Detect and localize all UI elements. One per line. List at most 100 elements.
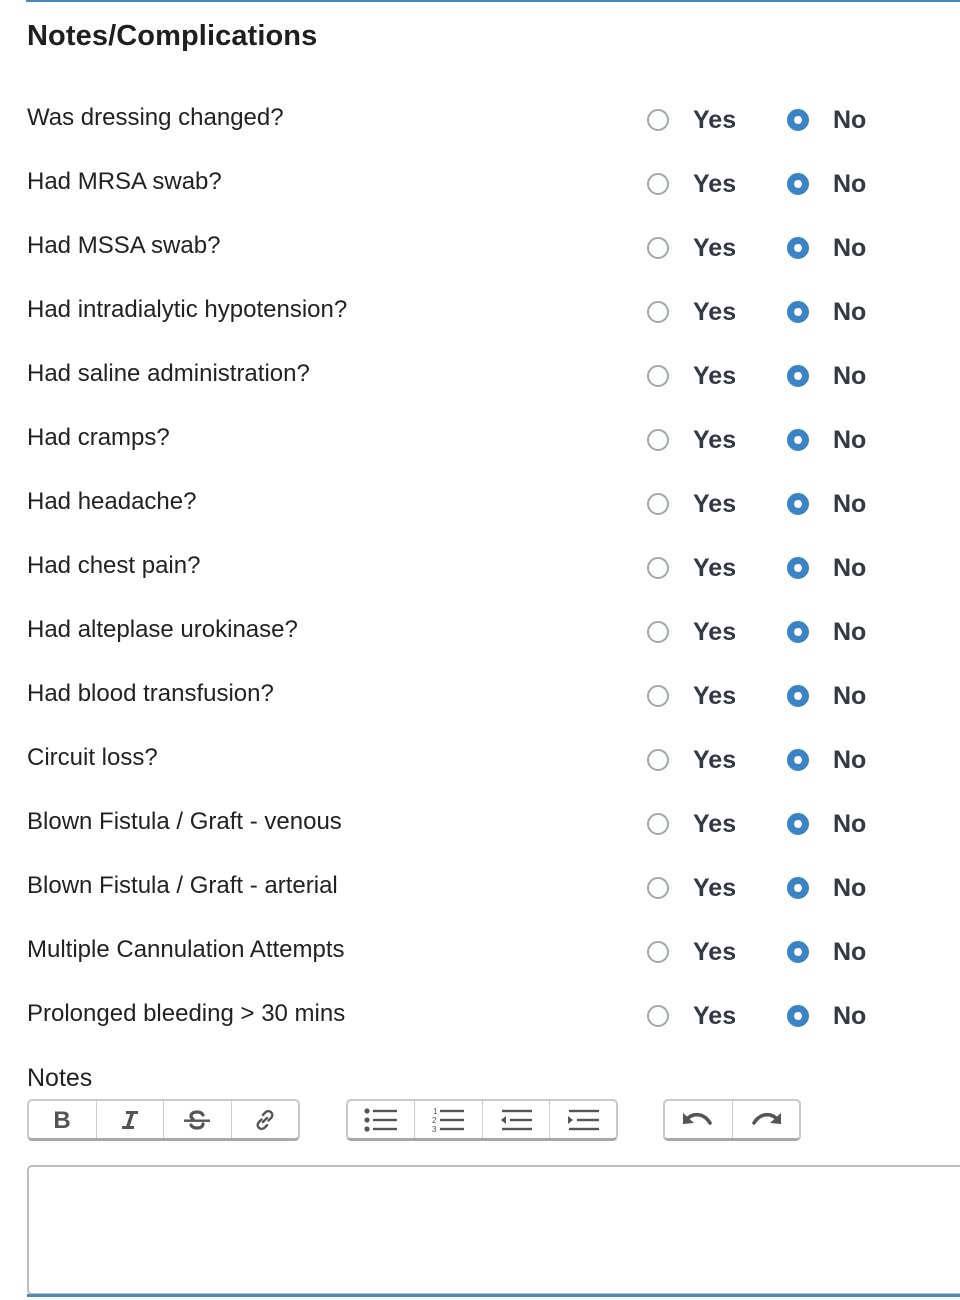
radio-option-yes[interactable]: Yes [647, 681, 736, 711]
radio-yes-label: Yes [693, 169, 737, 198]
numbered-list-button[interactable]: 123 [415, 1101, 483, 1138]
question-row: Had MRSA swab? Yes No [0, 152, 960, 216]
radio-no-button[interactable] [787, 301, 809, 323]
question-label: Had cramps? [27, 424, 170, 451]
radio-option-yes[interactable]: Yes [647, 617, 736, 647]
link-icon [256, 1109, 274, 1130]
radio-option-no[interactable]: No [787, 297, 866, 327]
radio-yes-label: Yes [693, 233, 737, 262]
radio-yes-button[interactable] [647, 941, 669, 963]
outdent-icon [500, 1109, 532, 1130]
radio-yes-button[interactable] [647, 813, 669, 835]
bullet-list-button[interactable] [348, 1101, 416, 1138]
radio-option-no[interactable]: No [787, 553, 866, 583]
bullet-list-icon [364, 1107, 398, 1132]
radio-option-yes[interactable]: Yes [647, 937, 736, 967]
radio-option-yes[interactable]: Yes [647, 169, 736, 199]
question-row: Had intradialytic hypotension? Yes No [0, 280, 960, 344]
history-toolbar-group [663, 1099, 801, 1141]
radio-no-button[interactable] [787, 685, 809, 707]
radio-yes-button[interactable] [647, 365, 669, 387]
radio-no-button[interactable] [787, 557, 809, 579]
radio-option-yes[interactable]: Yes [647, 1001, 736, 1031]
radio-yes-label: Yes [693, 681, 737, 710]
undo-button[interactable] [665, 1101, 733, 1138]
section-top-divider [26, 0, 960, 2]
radio-option-yes[interactable]: Yes [647, 553, 736, 583]
radio-yes-button[interactable] [647, 877, 669, 899]
radio-yes-label: Yes [693, 553, 737, 582]
indent-button[interactable] [550, 1101, 616, 1138]
radio-no-button[interactable] [787, 941, 809, 963]
notes-editor[interactable] [27, 1165, 960, 1295]
radio-yes-button[interactable] [647, 493, 669, 515]
radio-yes-button[interactable] [647, 429, 669, 451]
radio-yes-button[interactable] [647, 237, 669, 259]
radio-option-yes[interactable]: Yes [647, 105, 736, 135]
section-bottom-divider [27, 1294, 960, 1297]
radio-no-label: No [833, 1001, 867, 1030]
radio-option-no[interactable]: No [787, 617, 866, 647]
question-row: Blown Fistula / Graft - venous Yes No [0, 792, 960, 856]
link-button[interactable] [232, 1101, 299, 1138]
italic-button[interactable] [97, 1101, 164, 1138]
svg-text:1: 1 [433, 1107, 438, 1116]
bold-button[interactable]: B [29, 1101, 97, 1138]
radio-no-button[interactable] [787, 493, 809, 515]
radio-yes-button[interactable] [647, 301, 669, 323]
question-row: Had cramps? Yes No [0, 408, 960, 472]
radio-option-yes[interactable]: Yes [647, 425, 736, 455]
radio-option-yes[interactable]: Yes [647, 361, 736, 391]
radio-option-yes[interactable]: Yes [647, 873, 736, 903]
radio-no-button[interactable] [787, 429, 809, 451]
radio-yes-button[interactable] [647, 173, 669, 195]
radio-yes-button[interactable] [647, 1005, 669, 1027]
numbered-list-icon: 123 [432, 1107, 465, 1134]
radio-no-button[interactable] [787, 749, 809, 771]
radio-option-yes[interactable]: Yes [647, 297, 736, 327]
radio-option-no[interactable]: No [787, 105, 866, 135]
italic-icon [121, 1110, 138, 1129]
radio-no-label: No [833, 361, 867, 390]
radio-no-button[interactable] [787, 173, 809, 195]
radio-option-no[interactable]: No [787, 937, 866, 967]
radio-option-no[interactable]: No [787, 169, 866, 199]
indent-icon [567, 1109, 599, 1130]
radio-no-button[interactable] [787, 365, 809, 387]
radio-option-yes[interactable]: Yes [647, 809, 736, 839]
radio-option-yes[interactable]: Yes [647, 745, 736, 775]
radio-yes-label: Yes [693, 873, 737, 902]
strikethrough-button[interactable] [164, 1101, 232, 1138]
question-label: Was dressing changed? [27, 104, 284, 131]
radio-no-button[interactable] [787, 237, 809, 259]
radio-option-no[interactable]: No [787, 489, 866, 519]
strikethrough-icon [184, 1109, 211, 1130]
radio-option-no[interactable]: No [787, 681, 866, 711]
redo-button[interactable] [733, 1101, 800, 1138]
radio-yes-button[interactable] [647, 109, 669, 131]
radio-no-button[interactable] [787, 621, 809, 643]
radio-yes-label: Yes [693, 425, 737, 454]
radio-yes-button[interactable] [647, 749, 669, 771]
radio-option-no[interactable]: No [787, 233, 866, 263]
radio-no-button[interactable] [787, 877, 809, 899]
radio-option-no[interactable]: No [787, 873, 866, 903]
radio-option-no[interactable]: No [787, 809, 866, 839]
radio-option-no[interactable]: No [787, 1001, 866, 1031]
radio-yes-button[interactable] [647, 557, 669, 579]
radio-no-button[interactable] [787, 109, 809, 131]
radio-no-button[interactable] [787, 813, 809, 835]
radio-option-yes[interactable]: Yes [647, 233, 736, 263]
radio-option-no[interactable]: No [787, 361, 866, 391]
question-row: Was dressing changed? Yes No [0, 88, 960, 152]
radio-no-label: No [833, 105, 867, 134]
radio-yes-button[interactable] [647, 621, 669, 643]
radio-no-label: No [833, 169, 867, 198]
outdent-button[interactable] [483, 1101, 550, 1138]
question-label: Circuit loss? [27, 744, 158, 771]
radio-option-no[interactable]: No [787, 425, 866, 455]
radio-yes-button[interactable] [647, 685, 669, 707]
radio-option-no[interactable]: No [787, 745, 866, 775]
radio-option-yes[interactable]: Yes [647, 489, 736, 519]
radio-no-button[interactable] [787, 1005, 809, 1027]
